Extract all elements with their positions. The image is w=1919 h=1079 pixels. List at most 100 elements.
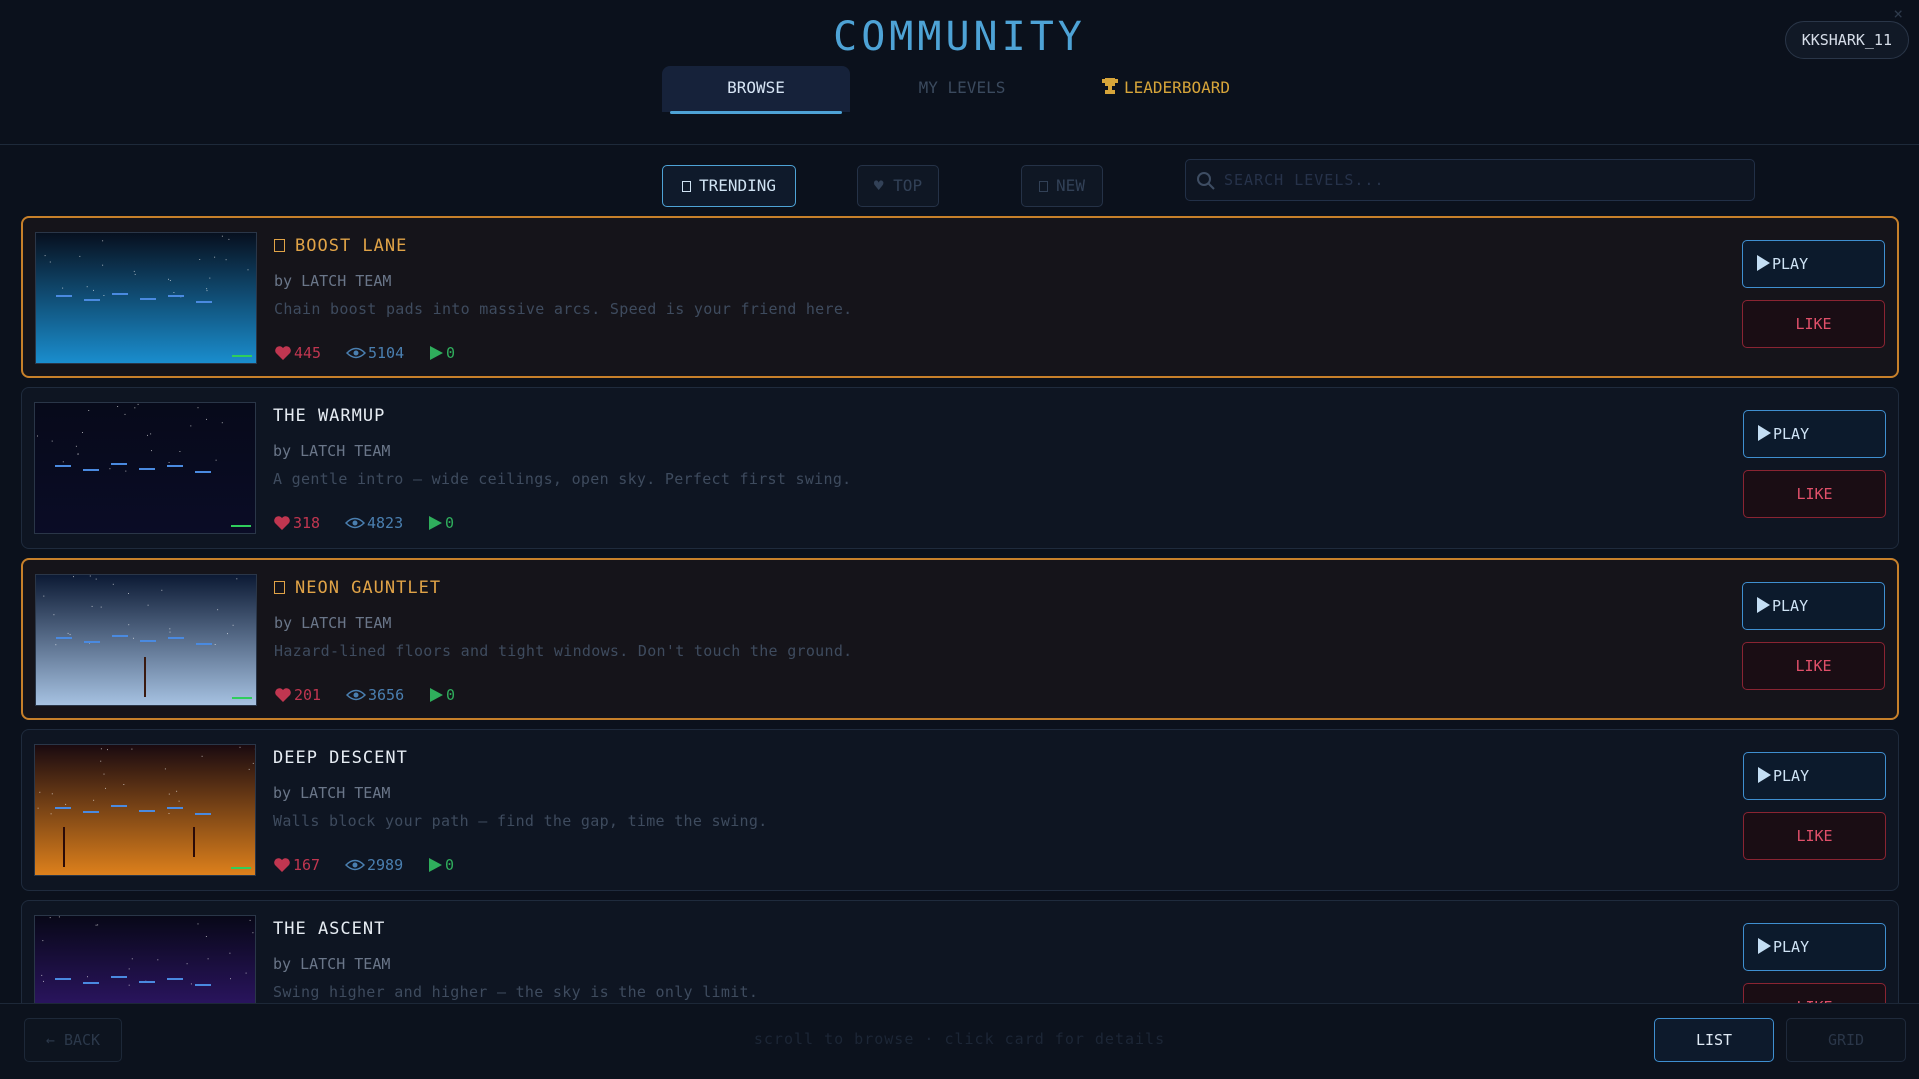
level-description: Chain boost pads into massive arcs. Spee…: [274, 300, 853, 318]
level-thumbnail: [34, 744, 256, 876]
like-button[interactable]: LIKE: [1742, 300, 1885, 348]
view-grid-button[interactable]: GRID: [1786, 1018, 1906, 1062]
level-title: NEON GAUNTLET: [274, 578, 1374, 600]
like-button[interactable]: LIKE: [1743, 983, 1886, 1003]
search-input[interactable]: [1224, 160, 1744, 200]
play-count-icon: [430, 346, 443, 360]
play-count-icon: [430, 688, 443, 702]
level-title: DEEP DESCENT: [273, 748, 1373, 770]
level-card[interactable]: DEEP DESCENT by LATCH TEAM Walls block you…: [21, 729, 1899, 891]
square-glyph-icon: [681, 181, 691, 192]
view-list-button[interactable]: LIST: [1654, 1018, 1774, 1062]
play-button-label: PLAY: [1772, 255, 1809, 273]
heart-icon: [275, 346, 291, 360]
level-title: BOOST LANE: [274, 236, 1374, 258]
like-count: 201: [274, 686, 321, 704]
view-count-value: 4823: [367, 514, 404, 532]
level-thumbnail: [34, 915, 256, 1003]
play-button-label: PLAY: [1773, 938, 1810, 956]
filter-new[interactable]: NEW: [1021, 165, 1103, 207]
like-count: 318: [273, 514, 320, 532]
heart-icon: [274, 516, 290, 530]
filter-trending-label: TRENDING: [698, 176, 777, 195]
level-list: BOOST LANE by LATCH TEAM Chain boost pads …: [0, 215, 1919, 1003]
view-count-value: 2989: [367, 856, 404, 874]
like-count: 445: [274, 344, 321, 362]
play-count: 0: [428, 344, 455, 362]
level-title-text: BOOST LANE: [295, 236, 408, 256]
filter-trending[interactable]: TRENDING: [662, 165, 796, 207]
eye-icon: [346, 689, 366, 701]
level-description: Walls block your path — find the gap, ti…: [273, 812, 768, 830]
play-count-icon: [429, 858, 442, 872]
play-icon: [1757, 255, 1770, 271]
tab-leaderboard[interactable]: LEADERBOARD: [1080, 66, 1250, 112]
close-icon[interactable]: ×: [1893, 4, 1903, 23]
level-card[interactable]: THE WARMUP by LATCH TEAM A gentle intro — …: [21, 387, 1899, 549]
level-title: THE WARMUP: [273, 406, 1373, 428]
play-icon: [1757, 597, 1770, 613]
header: COMMUNITY × KKSHARK_11 BROWSE MY LEVELS …: [0, 0, 1919, 145]
play-icon: [1758, 767, 1771, 783]
like-button[interactable]: LIKE: [1743, 812, 1886, 860]
view-count-value: 5104: [368, 344, 405, 362]
play-button-label: PLAY: [1773, 767, 1810, 785]
level-thumbnail: [34, 402, 256, 534]
level-card[interactable]: THE ASCENT by LATCH TEAM Swing higher and …: [21, 900, 1899, 1003]
play-button-label: PLAY: [1772, 597, 1809, 615]
play-button[interactable]: PLAY: [1742, 240, 1885, 288]
view-count: 2989: [345, 856, 403, 874]
play-button[interactable]: PLAY: [1743, 410, 1886, 458]
level-author: by LATCH TEAM: [273, 955, 391, 973]
level-info: THE ASCENT by LATCH TEAM Swing higher and …: [273, 919, 1373, 1001]
level-title: THE ASCENT: [273, 919, 1373, 941]
filter-bar: TRENDING ♥ TOP NEW: [0, 145, 1919, 213]
like-button[interactable]: LIKE: [1742, 642, 1885, 690]
level-stats: 445 5104 0: [274, 344, 1374, 364]
page-title: COMMUNITY: [833, 14, 1086, 60]
view-count: 3656: [346, 686, 404, 704]
level-title-text: THE ASCENT: [273, 919, 386, 939]
tab-leaderboard-label: LEADERBOARD: [1124, 78, 1230, 97]
tab-browse[interactable]: BROWSE: [662, 66, 850, 114]
eye-icon: [346, 347, 366, 359]
level-title-text: DEEP DESCENT: [273, 748, 408, 768]
footer-hint: scroll to browse · click card for detail…: [753, 1030, 1166, 1048]
like-count-value: 167: [293, 856, 321, 874]
play-count-value: 0: [445, 514, 455, 532]
like-count-value: 445: [294, 344, 322, 362]
play-count-value: 0: [445, 856, 455, 874]
like-count-value: 318: [293, 514, 321, 532]
level-description: Hazard-lined floors and tight windows. D…: [274, 642, 853, 660]
like-button[interactable]: LIKE: [1743, 470, 1886, 518]
level-title-text: NEON GAUNTLET: [295, 578, 442, 598]
level-description: Swing higher and higher — the sky is the…: [273, 983, 759, 1001]
featured-glyph-icon: [274, 239, 285, 252]
level-info: BOOST LANE by LATCH TEAM Chain boost pads …: [274, 236, 1374, 364]
level-card[interactable]: BOOST LANE by LATCH TEAM Chain boost pads …: [21, 216, 1899, 378]
level-card[interactable]: NEON GAUNTLET by LATCH TEAM Hazard-lined f…: [21, 558, 1899, 720]
level-stats: 167 2989 0: [273, 856, 1373, 876]
level-thumbnail: [35, 574, 257, 706]
filter-top[interactable]: ♥ TOP: [857, 165, 939, 207]
play-count-value: 0: [446, 686, 456, 704]
level-author: by LATCH TEAM: [274, 614, 392, 632]
filter-new-label: NEW: [1056, 176, 1085, 195]
like-count: 167: [273, 856, 320, 874]
tab-my-levels[interactable]: MY LEVELS: [892, 66, 1032, 112]
level-stats: 318 4823 0: [273, 514, 1373, 534]
search-box: [1185, 159, 1755, 201]
level-info: THE WARMUP by LATCH TEAM A gentle intro — …: [273, 406, 1373, 534]
play-button[interactable]: PLAY: [1743, 923, 1886, 971]
level-title-text: THE WARMUP: [273, 406, 386, 426]
eye-icon: [345, 859, 365, 871]
search-icon: [1197, 172, 1215, 190]
level-description: A gentle intro — wide ceilings, open sky…: [273, 470, 852, 488]
user-badge[interactable]: KKSHARK_11: [1784, 21, 1909, 59]
play-count-icon: [429, 516, 442, 530]
play-button[interactable]: PLAY: [1743, 752, 1886, 800]
level-stats: 201 3656 0: [274, 686, 1374, 706]
view-count: 4823: [345, 514, 403, 532]
play-button[interactable]: PLAY: [1742, 582, 1885, 630]
play-icon: [1758, 425, 1771, 441]
